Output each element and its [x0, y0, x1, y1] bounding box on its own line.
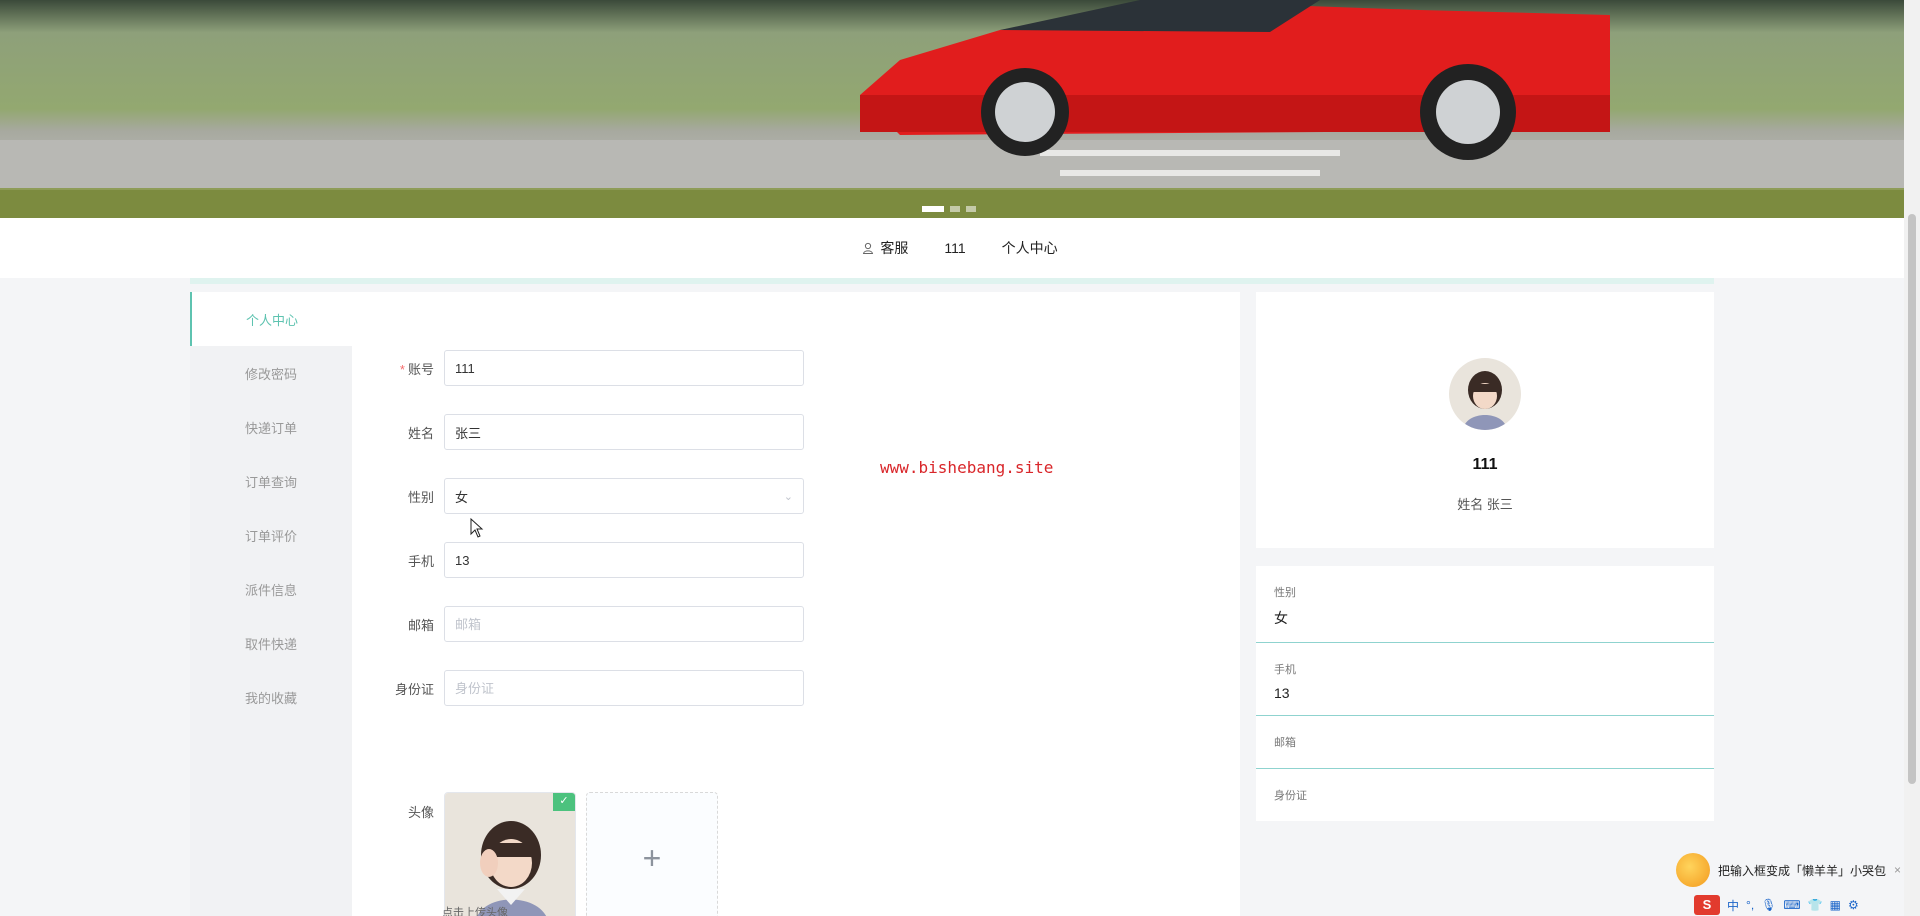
sidebar-item-label: 修改密码	[244, 366, 297, 382]
carousel-dot[interactable]	[966, 206, 976, 212]
form-row-account: * 账号	[370, 350, 804, 386]
punctuation-icon[interactable]: °,	[1746, 898, 1754, 912]
profile-name: 111	[1472, 456, 1498, 473]
avatar-upload-button[interactable]: +	[586, 792, 718, 916]
form-row-email: 邮箱	[370, 606, 804, 642]
toolbox-icon[interactable]: ▦	[1830, 898, 1841, 912]
profile-subtitle: 姓名 张三	[1457, 497, 1513, 512]
sidebar-item-label: 订单评价	[244, 528, 297, 544]
form-row-id-card: 身份证	[370, 670, 804, 706]
avatar-photo	[445, 793, 575, 916]
ime-mode-toggle[interactable]: 中	[1727, 897, 1739, 914]
carousel-indicators	[922, 206, 976, 212]
info-value: 13	[1274, 685, 1290, 701]
sidebar-item-change-password[interactable]: 修改密码	[190, 346, 352, 400]
nav-username[interactable]: 111	[944, 240, 965, 256]
accent-divider	[190, 278, 1714, 284]
email-label: 邮箱	[407, 617, 434, 633]
info-item-gender: 性别 女	[1256, 566, 1714, 643]
avatar-photo	[1449, 358, 1521, 430]
profile-info-list: 性别 女 手机 13 邮箱 身份证	[1256, 566, 1714, 821]
ime-tip-bubble[interactable]: 把输入框变成「懒羊羊」小哭包 ×	[1676, 850, 1901, 890]
sidebar-item-order-review[interactable]: 订单评价	[190, 508, 352, 562]
form-row-avatar: 头像 ✓ +	[370, 792, 718, 916]
sidebar-item-favorites[interactable]: 我的收藏	[190, 670, 352, 724]
keyboard-icon[interactable]: ⌨	[1783, 898, 1800, 912]
info-value	[1274, 750, 1696, 768]
info-item-id-card: 身份证	[1256, 769, 1714, 821]
form-row-gender: 性别 女 ⌄	[370, 478, 804, 514]
scrollbar-thumb[interactable]	[1908, 214, 1916, 784]
sidebar-item-label: 订单查询	[244, 474, 297, 490]
nav-personal-center[interactable]: 个人中心	[1002, 238, 1058, 258]
sports-car-image	[0, 0, 1920, 218]
id-card-label: 身份证	[394, 681, 434, 697]
page-scrollbar[interactable]	[1904, 0, 1920, 916]
info-key: 邮箱	[1274, 737, 1296, 749]
sogou-logo-icon[interactable]: S	[1694, 895, 1720, 915]
email-input[interactable]	[444, 606, 804, 642]
check-icon: ✓	[553, 793, 575, 811]
profile-form-card: 个人中心 修改密码 快递订单 订单查询 订单评价 派件信息 取件快递 我的收藏 …	[190, 292, 1240, 916]
skin-icon[interactable]: 👕	[1808, 898, 1823, 912]
carousel-dot[interactable]	[950, 206, 960, 212]
chevron-down-icon: ⌄	[783, 490, 793, 503]
sidebar-item-express-orders[interactable]: 快递订单	[190, 400, 352, 454]
info-value	[1274, 803, 1696, 821]
settings-icon[interactable]: ⚙	[1848, 898, 1859, 912]
info-item-phone: 手机 13	[1256, 643, 1714, 716]
sidebar-menu: 个人中心 修改密码 快递订单 订单查询 订单评价 派件信息 取件快递 我的收藏	[190, 292, 352, 916]
account-label-text: 账号	[407, 361, 434, 377]
form-row-phone: 手机	[370, 542, 804, 578]
gender-select-value: 女	[455, 489, 469, 505]
top-navigation: 客服 111 个人中心	[0, 218, 1920, 278]
sidebar-item-label: 个人中心	[245, 312, 298, 328]
id-card-input[interactable]	[444, 670, 804, 706]
sidebar-item-pickup[interactable]: 取件快递	[190, 616, 352, 670]
site-watermark: www.bishebang.site	[880, 458, 1054, 477]
phone-input[interactable]	[444, 542, 804, 578]
nav-personal-center-label: 个人中心	[1001, 240, 1058, 256]
sidebar-item-label: 派件信息	[244, 582, 297, 598]
account-input[interactable]	[444, 350, 804, 386]
sun-mascot-icon	[1676, 853, 1710, 887]
info-item-email: 邮箱	[1256, 716, 1714, 769]
info-key: 性别	[1274, 587, 1296, 599]
name-input[interactable]	[444, 414, 804, 450]
phone-label: 手机	[407, 553, 434, 569]
avatar-preview[interactable]: ✓	[444, 792, 576, 916]
sidebar-item-personal-center[interactable]: 个人中心	[190, 292, 352, 346]
microphone-icon[interactable]: 🎙	[1761, 898, 1776, 912]
info-value: 女	[1274, 610, 1288, 626]
sidebar-item-delivery-info[interactable]: 派件信息	[190, 562, 352, 616]
nav-customer-service[interactable]: 客服	[862, 238, 908, 258]
close-icon[interactable]: ×	[1894, 863, 1901, 877]
avatar-upload-hint: 点击上传头像	[442, 907, 508, 916]
required-mark: *	[399, 361, 405, 377]
sidebar-item-label: 我的收藏	[244, 690, 297, 706]
nav-customer-service-label: 客服	[880, 240, 909, 256]
info-key: 身份证	[1274, 790, 1307, 802]
sidebar-item-order-query[interactable]: 订单查询	[190, 454, 352, 508]
avatar	[1449, 358, 1521, 430]
ime-tip-text: 把输入框变成「懒羊羊」小哭包	[1718, 863, 1887, 878]
gender-label: 性别	[407, 489, 434, 505]
carousel-dot[interactable]	[922, 206, 944, 212]
account-label: * 账号	[370, 359, 444, 378]
avatar-label: 头像	[407, 805, 434, 820]
plus-icon: +	[642, 839, 662, 876]
name-label: 姓名	[407, 425, 434, 441]
user-icon	[863, 242, 874, 254]
profile-summary-card: 111 姓名 张三	[1256, 292, 1714, 548]
nav-username-label: 111	[944, 240, 966, 256]
gender-select[interactable]: 女 ⌄	[444, 478, 804, 514]
info-key: 手机	[1274, 664, 1296, 676]
hero-banner	[0, 0, 1920, 218]
mouse-cursor-icon	[470, 518, 484, 538]
ime-toolbar: S 中 °, 🎙 ⌨ 👕 ▦ ⚙	[1694, 894, 1859, 916]
form-row-name: 姓名	[370, 414, 804, 450]
sidebar-item-label: 取件快递	[244, 636, 297, 652]
sidebar-item-label: 快递订单	[244, 420, 297, 436]
